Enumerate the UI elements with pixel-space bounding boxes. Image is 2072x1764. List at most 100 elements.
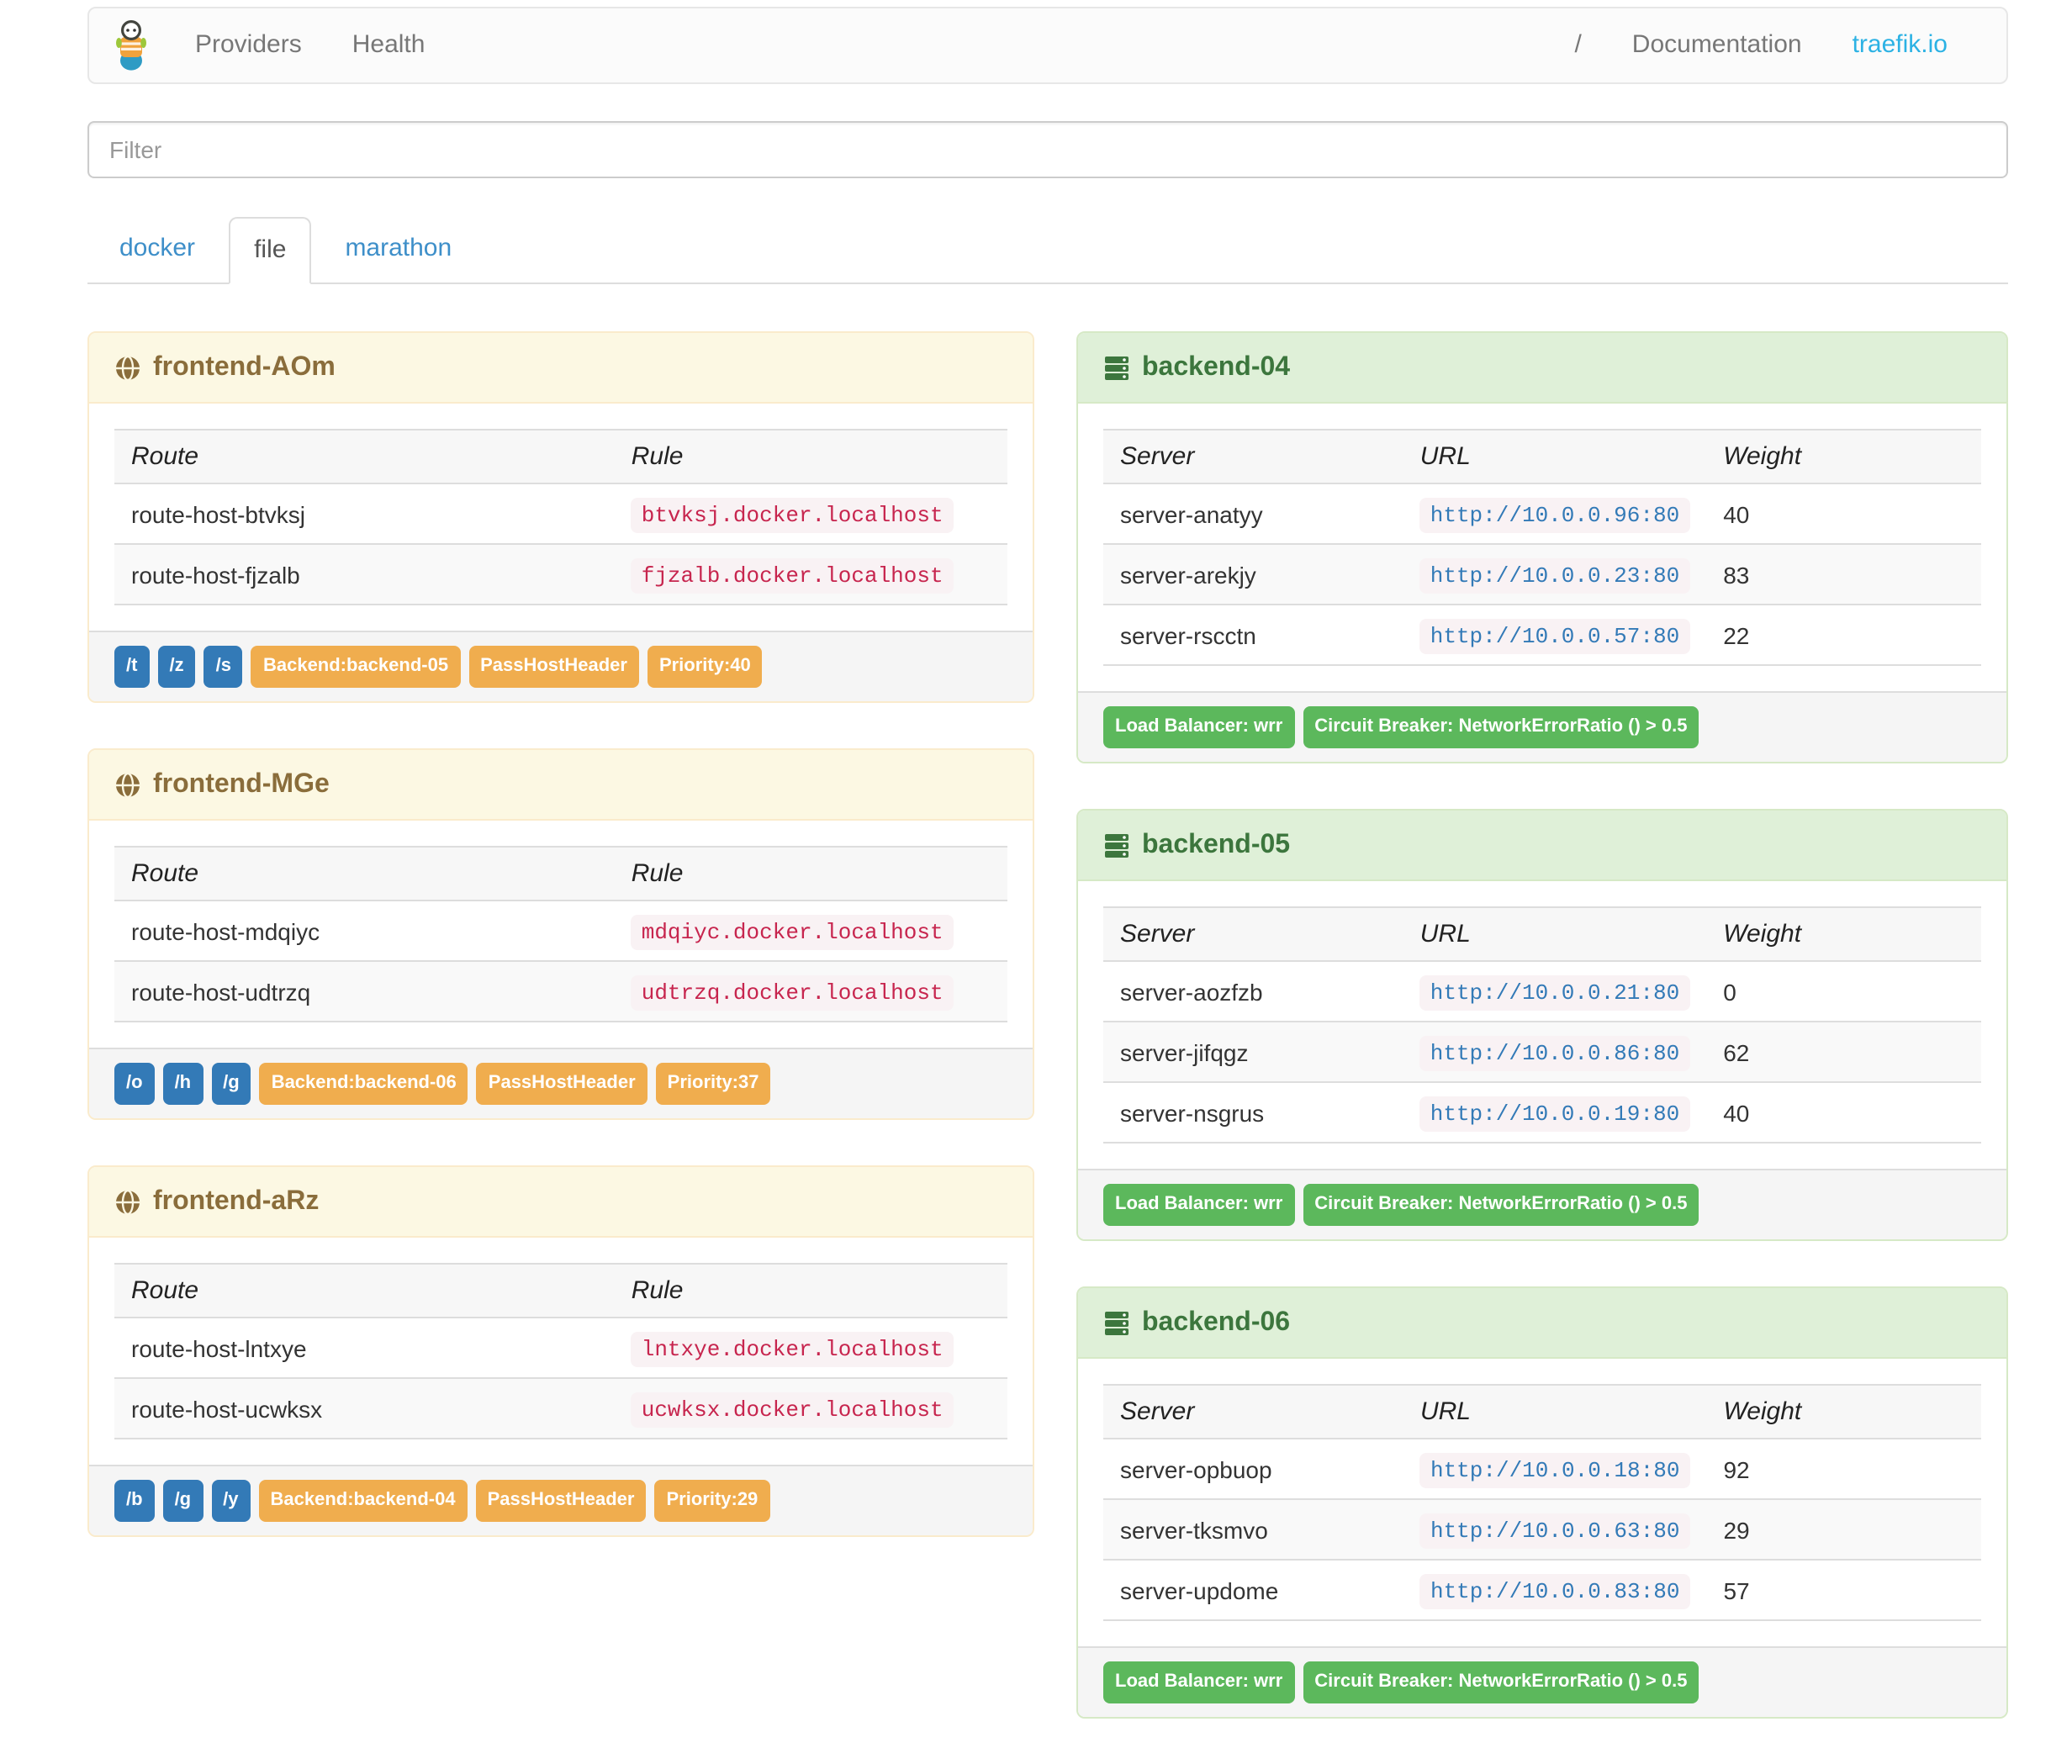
route-name: route-host-lntxye [114, 1318, 615, 1379]
server-weight: 40 [1706, 483, 1981, 545]
traefik-logo[interactable] [116, 18, 146, 72]
column-header-url: URL [1403, 1384, 1707, 1439]
backend-panel-heading: backend-05 [1078, 811, 2006, 881]
tab-file[interactable]: file [229, 217, 312, 284]
backend-badge: Load Balancer: wrr [1103, 1184, 1295, 1226]
server-weight: 62 [1706, 1022, 1981, 1083]
server-icon [1103, 832, 1130, 858]
server-name: server-aozfzb [1103, 961, 1403, 1022]
server-row: server-rscctn http://10.0.0.57:80 22 [1103, 605, 1981, 666]
nav-link-slash[interactable]: / [1549, 8, 1606, 82]
server-url-code: http://10.0.0.19:80 [1419, 1096, 1690, 1132]
server-name: server-rscctn [1103, 605, 1403, 666]
column-header-route: Route [114, 429, 615, 484]
server-url-code: http://10.0.0.23:80 [1419, 558, 1690, 594]
frontend-name: frontend-MGe [153, 770, 330, 799]
entrypoint-badge: /s [204, 646, 243, 688]
server-url-link[interactable]: http://10.0.0.21:80 [1430, 980, 1679, 1006]
column-header-server: Server [1103, 429, 1403, 484]
rule-code: lntxye.docker.localhost [631, 1332, 954, 1367]
server-row: server-anatyy http://10.0.0.96:80 40 [1103, 483, 1981, 545]
column-header-rule: Rule [614, 846, 1007, 901]
nav-link-providers[interactable]: Providers [170, 8, 327, 82]
server-url-cell: http://10.0.0.86:80 [1403, 1022, 1707, 1083]
entrypoint-badge: /z [157, 646, 196, 688]
provider-tabs: docker file marathon [87, 215, 2008, 284]
route-name: route-host-udtrzq [114, 961, 615, 1022]
server-url-cell: http://10.0.0.83:80 [1403, 1560, 1707, 1621]
server-weight: 92 [1706, 1439, 1981, 1500]
server-url-code: http://10.0.0.63:80 [1419, 1513, 1690, 1549]
server-name: server-anatyy [1103, 483, 1403, 545]
column-header-rule: Rule [614, 429, 1007, 484]
route-row: route-host-fjzalb fjzalb.docker.localhost [114, 544, 1007, 605]
column-header-weight: Weight [1706, 1384, 1981, 1439]
globe-icon [114, 771, 141, 798]
frontend-panel: frontend-AOm Route Rule route-host-btvksj bt… [87, 331, 1034, 703]
navbar-left-links: Providers Health [170, 8, 450, 82]
server-url-link[interactable]: http://10.0.0.23:80 [1430, 563, 1679, 589]
route-row: route-host-mdqiyc mdqiyc.docker.localhost [114, 900, 1007, 962]
globe-icon [114, 354, 141, 381]
route-name: route-host-btvksj [114, 483, 615, 545]
nav-link-health[interactable]: Health [327, 8, 451, 82]
server-row: server-updome http://10.0.0.83:80 57 [1103, 1560, 1981, 1621]
servers-table: Server URL Weight server-aozfzb http://10.0.… [1103, 906, 1981, 1143]
server-row: server-aozfzb http://10.0.0.21:80 0 [1103, 961, 1981, 1022]
rule-cell: udtrzq.docker.localhost [614, 961, 1007, 1022]
backend-panel-footer: Load Balancer: wrr Circuit Breaker: Netwo… [1078, 691, 2006, 762]
backends-column: backend-04 Server URL Weight server-anatyy ht… [1076, 331, 2008, 1764]
server-weight: 22 [1706, 605, 1981, 666]
server-name: server-opbuop [1103, 1439, 1403, 1500]
backend-panel-footer: Load Balancer: wrr Circuit Breaker: Netwo… [1078, 1169, 2006, 1239]
tab-docker[interactable]: docker [94, 215, 220, 283]
frontend-panel-heading: frontend-MGe [89, 750, 1033, 821]
entrypoint-badge: /g [211, 1063, 251, 1105]
entrypoint-badge: /h [162, 1063, 204, 1105]
server-name: server-arekjy [1103, 544, 1403, 605]
routes-table-header-row: Route Rule [114, 846, 1007, 901]
entrypoint-badge: /y [211, 1480, 251, 1522]
server-name: server-updome [1103, 1560, 1403, 1621]
column-header-server: Server [1103, 906, 1403, 962]
navbar: Providers Health / Documentation traefik.io [87, 7, 2008, 84]
server-url-link[interactable]: http://10.0.0.96:80 [1430, 503, 1679, 528]
servers-table: Server URL Weight server-anatyy http://10.0.… [1103, 429, 1981, 666]
setting-badge: PassHostHeader [476, 1063, 648, 1105]
column-header-rule: Rule [614, 1263, 1007, 1318]
routes-table: Route Rule route-host-btvksj btvksj.docker.… [114, 429, 1007, 605]
column-header-route: Route [114, 1263, 615, 1318]
column-header-url: URL [1403, 906, 1707, 962]
server-name: server-nsgrus [1103, 1082, 1403, 1143]
server-url-link[interactable]: http://10.0.0.86:80 [1430, 1041, 1679, 1066]
entrypoint-badge: /g [162, 1480, 204, 1522]
backend-badge: Circuit Breaker: NetworkErrorRatio () > … [1303, 1661, 1699, 1703]
server-url-link[interactable]: http://10.0.0.63:80 [1430, 1518, 1679, 1544]
routes-table-header-row: Route Rule [114, 429, 1007, 484]
frontend-panel-body: Route Rule route-host-btvksj btvksj.docker.… [89, 404, 1033, 631]
rule-cell: lntxye.docker.localhost [614, 1318, 1007, 1379]
rule-cell: btvksj.docker.localhost [614, 483, 1007, 545]
tab-marathon[interactable]: marathon [320, 215, 477, 283]
server-row: server-nsgrus http://10.0.0.19:80 40 [1103, 1082, 1981, 1143]
route-name: route-host-mdqiyc [114, 900, 615, 962]
setting-badge: Priority:37 [655, 1063, 771, 1105]
server-icon [1103, 1309, 1130, 1336]
frontend-panel-body: Route Rule route-host-lntxye lntxye.docker.… [89, 1238, 1033, 1465]
frontend-panel: frontend-MGe Route Rule route-host-mdqiyc md… [87, 748, 1034, 1120]
nav-link-documentation[interactable]: Documentation [1607, 8, 1827, 82]
server-weight: 0 [1706, 961, 1981, 1022]
entrypoint-badge: /o [114, 1063, 155, 1105]
server-url-link[interactable]: http://10.0.0.57:80 [1430, 624, 1679, 649]
server-url-link[interactable]: http://10.0.0.19:80 [1430, 1101, 1679, 1127]
nav-link-traefik-io[interactable]: traefik.io [1827, 8, 1973, 82]
server-url-link[interactable]: http://10.0.0.83:80 [1430, 1579, 1679, 1604]
server-row: server-jifqgz http://10.0.0.86:80 62 [1103, 1022, 1981, 1083]
filter-input[interactable] [87, 121, 2008, 178]
server-url-link[interactable]: http://10.0.0.18:80 [1430, 1458, 1679, 1483]
setting-badge: PassHostHeader [468, 646, 639, 688]
server-url-cell: http://10.0.0.21:80 [1403, 961, 1707, 1022]
frontend-panel-footer: /o/h/g Backend:backend-06 PassHostHeader Pr… [89, 1048, 1033, 1118]
rule-cell: ucwksx.docker.localhost [614, 1378, 1007, 1439]
frontend-name: frontend-AOm [153, 353, 336, 382]
